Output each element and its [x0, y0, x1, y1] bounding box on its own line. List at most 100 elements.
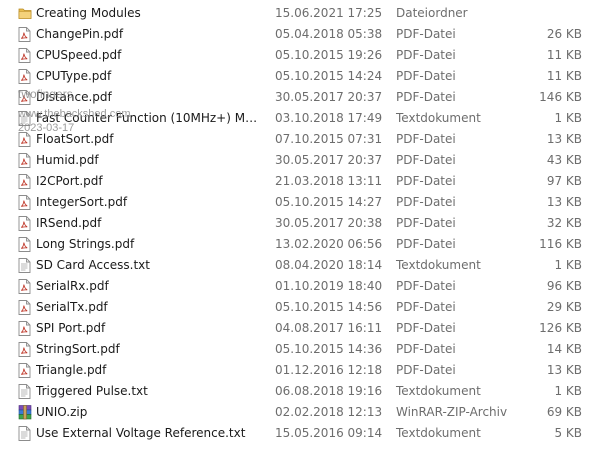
file-size: 14 KB [546, 342, 582, 356]
file-list: Creating Modules 15.06.2021 17:25 Dateio… [0, 3, 605, 444]
file-row[interactable]: Long Strings.pdf 13.02.2020 06:56 PDF-Da… [0, 234, 605, 255]
file-type: PDF-Datei [396, 195, 456, 209]
file-size: 29 KB [546, 300, 582, 314]
file-name: Triggered Pulse.txt [36, 384, 148, 398]
file-type: PDF-Datei [396, 132, 456, 146]
file-size: 1 KB [554, 384, 582, 398]
file-date: 05.04.2018 05:38 [275, 27, 383, 41]
file-row[interactable]: SD Card Access.txt 08.04.2020 18:14 Text… [0, 255, 605, 276]
file-type: Textdokument [396, 111, 481, 125]
file-type: PDF-Datei [396, 216, 456, 230]
file-type: PDF-Datei [396, 300, 456, 314]
file-name: CPUType.pdf [36, 69, 112, 83]
file-type: Textdokument [396, 384, 481, 398]
file-row[interactable]: SerialTx.pdf 05.10.2015 14:56 PDF-Datei … [0, 297, 605, 318]
text-file-icon [18, 426, 31, 441]
file-date: 01.10.2019 18:40 [275, 279, 383, 293]
file-size: 1 KB [554, 111, 582, 125]
file-type: PDF-Datei [396, 48, 456, 62]
pdf-file-icon [18, 216, 31, 231]
file-row[interactable]: Triangle.pdf 01.12.2016 12:18 PDF-Datei … [0, 360, 605, 381]
file-size: 11 KB [546, 69, 582, 83]
file-name: SPI Port.pdf [36, 321, 106, 335]
file-type: PDF-Datei [396, 69, 456, 83]
file-row[interactable]: IntegerSort.pdf 05.10.2015 14:27 PDF-Dat… [0, 192, 605, 213]
file-name: I2CPort.pdf [36, 174, 103, 188]
file-date: 03.10.2018 17:49 [275, 111, 383, 125]
file-type: PDF-Datei [396, 174, 456, 188]
pdf-file-icon [18, 27, 31, 42]
file-row[interactable]: SerialRx.pdf 01.10.2019 18:40 PDF-Datei … [0, 276, 605, 297]
folder-icon [18, 6, 32, 21]
file-name: Humid.pdf [36, 153, 99, 167]
file-type: PDF-Datei [396, 321, 456, 335]
file-type: PDF-Datei [396, 342, 456, 356]
text-file-icon [18, 384, 31, 399]
file-name: IntegerSort.pdf [36, 195, 128, 209]
file-name: Creating Modules [36, 6, 141, 20]
file-size: 32 KB [546, 216, 582, 230]
file-date: 07.10.2015 07:31 [275, 132, 383, 146]
file-date: 05.10.2015 14:27 [275, 195, 383, 209]
file-row[interactable]: Triggered Pulse.txt 06.08.2018 19:16 Tex… [0, 381, 605, 402]
file-name: Long Strings.pdf [36, 237, 135, 251]
file-size: 126 KB [539, 321, 582, 335]
file-row[interactable]: FloatSort.pdf 07.10.2015 07:31 PDF-Datei… [0, 129, 605, 150]
file-name: Use External Voltage Reference.txt [36, 426, 246, 440]
file-row[interactable]: Humid.pdf 30.05.2017 20:37 PDF-Datei 43 … [0, 150, 605, 171]
file-row[interactable]: I2CPort.pdf 21.03.2018 13:11 PDF-Datei 9… [0, 171, 605, 192]
pdf-file-icon [18, 174, 31, 189]
file-date: 30.05.2017 20:38 [275, 216, 383, 230]
file-type: PDF-Datei [396, 153, 456, 167]
file-size: 5 KB [554, 426, 582, 440]
pdf-file-icon [18, 279, 31, 294]
file-row[interactable]: SPI Port.pdf 04.08.2017 16:11 PDF-Datei … [0, 318, 605, 339]
pdf-file-icon [18, 342, 31, 357]
file-type: Dateiordner [396, 6, 468, 20]
file-type: PDF-Datei [396, 279, 456, 293]
pdf-file-icon [18, 48, 31, 63]
pdf-file-icon [18, 153, 31, 168]
file-type: PDF-Datei [396, 363, 456, 377]
file-row[interactable]: IRSend.pdf 30.05.2017 20:38 PDF-Datei 32… [0, 213, 605, 234]
file-row[interactable]: CPUType.pdf 05.10.2015 14:24 PDF-Datei 1… [0, 66, 605, 87]
file-row[interactable]: Use External Voltage Reference.txt 15.05… [0, 423, 605, 444]
text-file-icon [18, 111, 31, 126]
file-date: 05.10.2015 14:24 [275, 69, 383, 83]
file-name: UNIO.zip [36, 405, 88, 419]
file-size: 69 KB [546, 405, 582, 419]
file-date: 15.05.2016 09:14 [275, 426, 383, 440]
file-date: 21.03.2018 13:11 [275, 174, 383, 188]
file-type: Textdokument [396, 426, 481, 440]
file-name: CPUSpeed.pdf [36, 48, 122, 62]
pdf-file-icon [18, 321, 31, 336]
file-row[interactable]: CPUSpeed.pdf 05.10.2015 19:26 PDF-Datei … [0, 45, 605, 66]
file-row[interactable]: Creating Modules 15.06.2021 17:25 Dateio… [0, 3, 605, 24]
file-row[interactable]: Fast Counter Function (10MHz+) MM2, ... … [0, 108, 605, 129]
file-type: Textdokument [396, 258, 481, 272]
file-row[interactable]: UNIO.zip 02.02.2018 12:13 WinRAR-ZIP-Arc… [0, 402, 605, 423]
pdf-file-icon [18, 132, 31, 147]
file-date: 05.10.2015 14:56 [275, 300, 383, 314]
file-size: 13 KB [546, 195, 582, 209]
file-row[interactable]: StringSort.pdf 05.10.2015 14:36 PDF-Date… [0, 339, 605, 360]
file-date: 15.06.2021 17:25 [275, 6, 383, 20]
file-type: PDF-Datei [396, 27, 456, 41]
pdf-file-icon [18, 363, 31, 378]
winrar-archive-icon [18, 405, 32, 420]
file-name: SD Card Access.txt [36, 258, 150, 272]
file-date: 05.10.2015 19:26 [275, 48, 383, 62]
file-size: 116 KB [539, 237, 582, 251]
file-name: ChangePin.pdf [36, 27, 124, 41]
pdf-file-icon [18, 237, 31, 252]
file-name: SerialRx.pdf [36, 279, 109, 293]
file-date: 04.08.2017 16:11 [275, 321, 383, 335]
file-row[interactable]: ChangePin.pdf 05.04.2018 05:38 PDF-Datei… [0, 24, 605, 45]
file-size: 1 KB [554, 258, 582, 272]
pdf-file-icon [18, 69, 31, 84]
pdf-file-icon [18, 90, 31, 105]
file-size: 13 KB [546, 132, 582, 146]
file-size: 97 KB [546, 174, 582, 188]
file-row[interactable]: Distance.pdf 30.05.2017 20:37 PDF-Datei … [0, 87, 605, 108]
file-date: 06.08.2018 19:16 [275, 384, 383, 398]
